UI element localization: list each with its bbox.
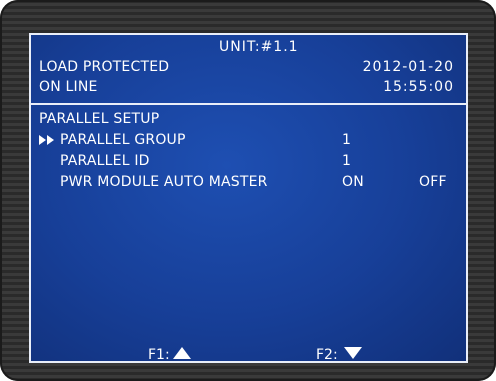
parallel-group-value[interactable]: 1	[342, 132, 351, 148]
section-title: PARALLEL SETUP	[39, 111, 160, 127]
up-triangle-icon	[173, 347, 191, 359]
menu-item-parallel-id[interactable]: PARALLEL ID	[60, 153, 150, 169]
f2-label: F2:	[316, 347, 338, 363]
unit-label: UNIT:#1.1	[219, 39, 299, 55]
parallel-id-value[interactable]: 1	[342, 153, 351, 169]
f1-up-key[interactable]: F1:	[148, 344, 191, 363]
f1-label: F1:	[148, 347, 170, 363]
load-status: LOAD PROTECTED	[39, 59, 170, 75]
lcd-screen: UNIT:#1.1 LOAD PROTECTED ON LINE 2012-01…	[29, 33, 468, 363]
status-header: UNIT:#1.1 LOAD PROTECTED ON LINE 2012-01…	[31, 35, 466, 105]
option-off[interactable]: OFF	[419, 174, 447, 190]
menu-item-parallel-group[interactable]: PARALLEL GROUP	[60, 132, 186, 148]
date-display: 2012-01-20	[362, 59, 454, 75]
option-on[interactable]: ON	[342, 174, 364, 190]
f2-down-key[interactable]: F2:	[316, 344, 362, 363]
menu-item-pwr-module-auto-master[interactable]: PWR MODULE AUTO MASTER	[60, 174, 268, 190]
double-right-arrow-icon	[39, 134, 55, 146]
time-display: 15:55:00	[383, 79, 454, 95]
down-triangle-icon	[344, 347, 362, 359]
line-status: ON LINE	[39, 79, 98, 95]
